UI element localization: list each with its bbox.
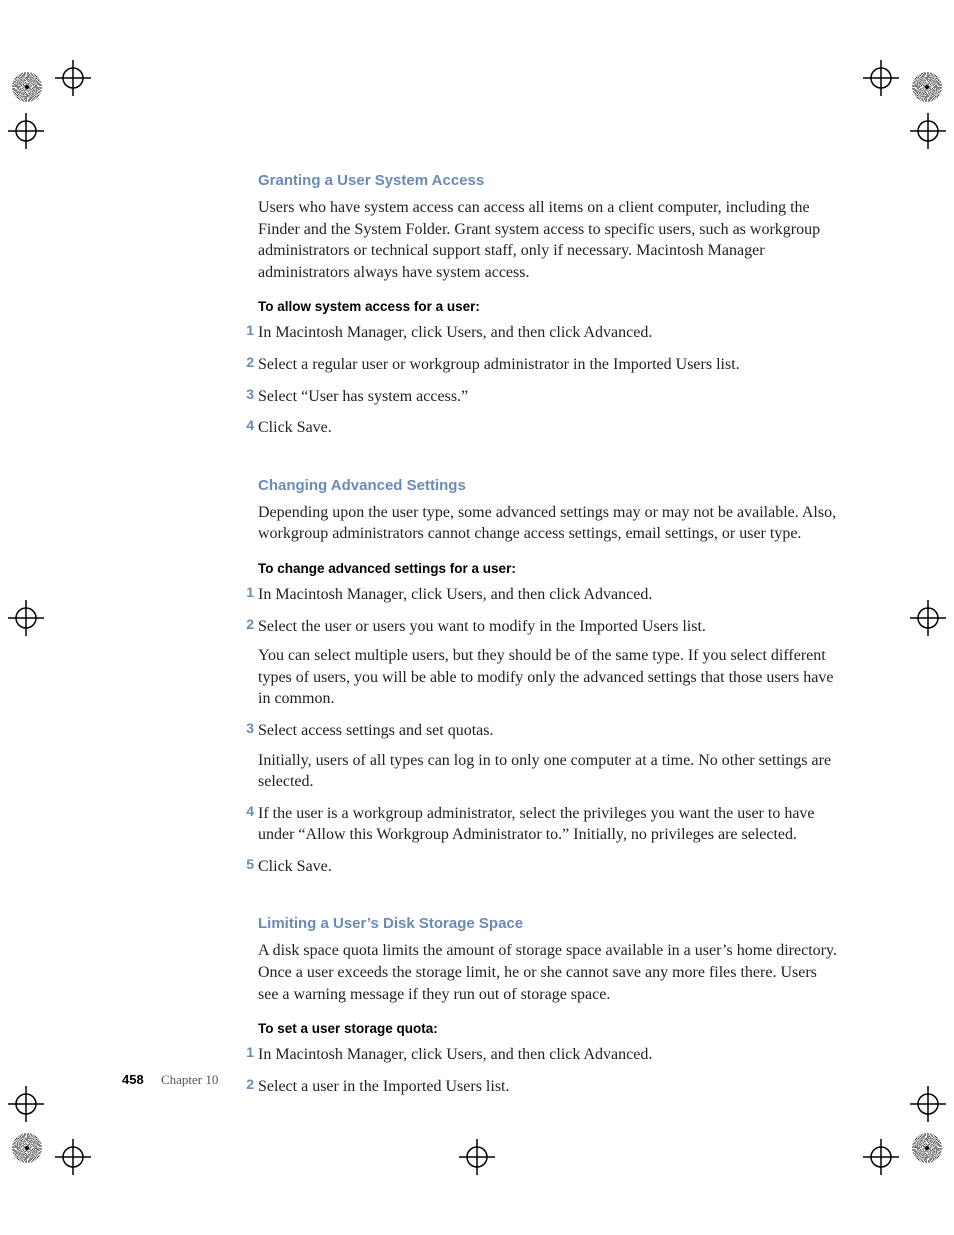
step-number: 2 <box>236 1076 254 1092</box>
list-item: 5 Click Save. <box>258 856 838 878</box>
crosshair-icon <box>459 1139 495 1175</box>
step-text: Select a user in the Imported Users list… <box>258 1076 838 1098</box>
step-text: Click Save. <box>258 417 838 439</box>
step-text: Select a regular user or workgroup admin… <box>258 354 838 376</box>
crosshair-icon <box>55 60 91 96</box>
list-item: 3 Select “User has system access.” <box>258 386 838 408</box>
procedure-heading: To allow system access for a user: <box>258 299 838 314</box>
list-item: 3 Select access settings and set quotas.… <box>258 720 838 793</box>
list-item: 4 If the user is a workgroup administrat… <box>258 803 838 846</box>
crosshair-icon <box>8 113 44 149</box>
registration-sun-icon <box>912 1133 942 1163</box>
list-item: 1 In Macintosh Manager, click Users, and… <box>258 322 838 344</box>
crosshair-icon <box>910 1086 946 1122</box>
step-text: In Macintosh Manager, click Users, and t… <box>258 322 838 344</box>
procedure-heading: To set a user storage quota: <box>258 1021 838 1036</box>
procedure-heading: To change advanced settings for a user: <box>258 561 838 576</box>
page-number: 458 <box>122 1072 144 1087</box>
section-heading: Granting a User System Access <box>258 172 838 189</box>
body-text: Depending upon the user type, some advan… <box>258 502 838 545</box>
step-number: 3 <box>236 386 254 402</box>
section-heading: Limiting a User’s Disk Storage Space <box>258 915 838 932</box>
crosshair-icon <box>8 1086 44 1122</box>
list-item: 2 Select a regular user or workgroup adm… <box>258 354 838 376</box>
step-number: 1 <box>236 584 254 600</box>
registration-sun-icon <box>12 1133 42 1163</box>
step-number: 1 <box>236 322 254 338</box>
step-text: In Macintosh Manager, click Users, and t… <box>258 1044 838 1066</box>
step-text: Select the user or users you want to mod… <box>258 616 838 638</box>
list-item: 1 In Macintosh Manager, click Users, and… <box>258 1044 838 1066</box>
list-item: 1 In Macintosh Manager, click Users, and… <box>258 584 838 606</box>
step-number: 2 <box>236 616 254 632</box>
step-number: 4 <box>236 417 254 433</box>
list-item: 2 Select a user in the Imported Users li… <box>258 1076 838 1098</box>
body-text: A disk space quota limits the amount of … <box>258 940 838 1005</box>
step-note: Initially, users of all types can log in… <box>258 750 838 793</box>
chapter-label: Chapter 10 <box>161 1072 218 1087</box>
registration-sun-icon <box>12 72 42 102</box>
step-number: 1 <box>236 1044 254 1060</box>
step-number: 2 <box>236 354 254 370</box>
step-text: If the user is a workgroup administrator… <box>258 803 838 846</box>
page-content: Granting a User System Access Users who … <box>258 172 838 1107</box>
list-item: 2 Select the user or users you want to m… <box>258 616 838 710</box>
step-text: Select access settings and set quotas. <box>258 720 838 742</box>
step-note: You can select multiple users, but they … <box>258 645 838 710</box>
section-heading: Changing Advanced Settings <box>258 477 838 494</box>
crosshair-icon <box>55 1139 91 1175</box>
step-number: 5 <box>236 856 254 872</box>
step-number: 4 <box>236 803 254 819</box>
step-text: Click Save. <box>258 856 838 878</box>
page-footer: 458 Chapter 10 <box>122 1072 218 1088</box>
step-number: 3 <box>236 720 254 736</box>
crosshair-icon <box>910 113 946 149</box>
registration-sun-icon <box>912 72 942 102</box>
crosshair-icon <box>863 1139 899 1175</box>
step-text: In Macintosh Manager, click Users, and t… <box>258 584 838 606</box>
crosshair-icon <box>863 60 899 96</box>
step-text: Select “User has system access.” <box>258 386 838 408</box>
list-item: 4 Click Save. <box>258 417 838 439</box>
crosshair-icon <box>8 600 44 636</box>
body-text: Users who have system access can access … <box>258 197 838 283</box>
crosshair-icon <box>910 600 946 636</box>
